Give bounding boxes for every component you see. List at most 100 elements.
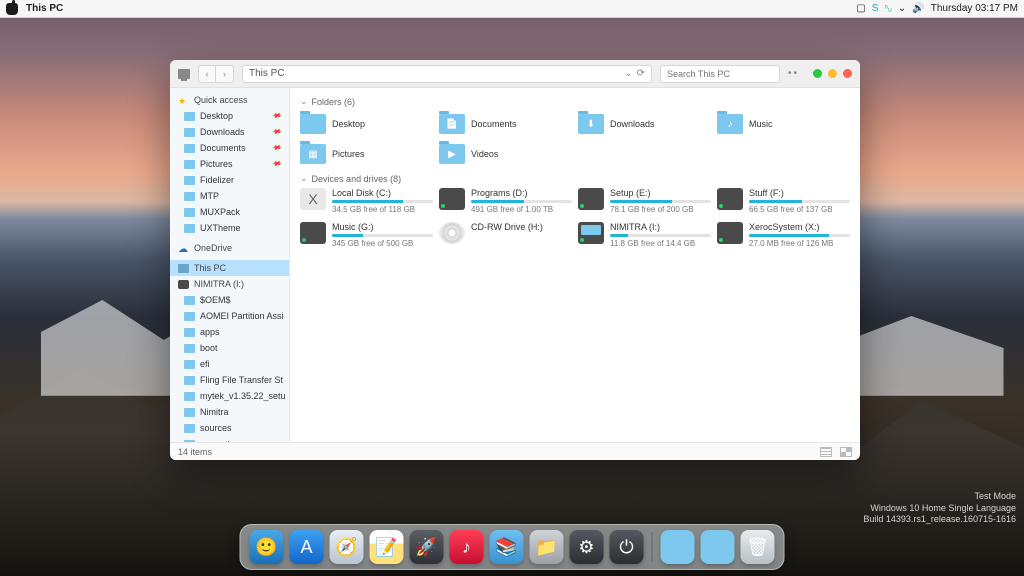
folder-icon [184, 144, 195, 153]
menubar-app-title[interactable]: This PC [26, 3, 63, 14]
sidebar-folder-item[interactable]: mytek_v1.35.22_setu [170, 388, 289, 404]
drive-icon [717, 188, 743, 210]
item-count: 14 items [178, 447, 212, 457]
capacity-bar [332, 200, 433, 203]
sidebar-onedrive[interactable]: OneDrive [170, 240, 289, 256]
volume-icon[interactable]: 🔊 [912, 3, 924, 14]
folder-icon [184, 328, 195, 337]
sidebar-folder-item[interactable]: Fling File Transfer St [170, 372, 289, 388]
sidebar-qa-item[interactable]: Desktop [170, 108, 289, 124]
close-button[interactable] [843, 69, 852, 78]
dock-app-library[interactable]: 📚 [490, 530, 524, 564]
drive-name: Music (G:) [332, 222, 433, 232]
maximize-button[interactable] [828, 69, 837, 78]
drive-item[interactable]: Local Disk (C:)34.5 GB free of 118 GB [300, 188, 433, 218]
minimize-button[interactable] [813, 69, 822, 78]
capacity-bar [610, 200, 711, 203]
folder-icon [184, 296, 195, 305]
nav-forward-button[interactable]: › [216, 65, 234, 83]
nav-back-button[interactable]: ‹ [198, 65, 216, 83]
address-bar[interactable]: This PC ⌄ ⟳ [242, 65, 652, 83]
sidebar-folder-item[interactable]: boot [170, 340, 289, 356]
tray-chevron-icon[interactable]: ⌄ [898, 3, 906, 14]
sidebar-folder-item[interactable]: efi [170, 356, 289, 372]
sidebar-item-label: efi [200, 359, 210, 369]
desktop-wallpaper: This PC ▢ S ⁿᵤ ⌄ 🔊 Thursday 03:17 PM ‹ ›… [0, 0, 1024, 576]
sidebar-folder-item[interactable]: sources [170, 420, 289, 436]
sidebar-qa-item[interactable]: MTP [170, 188, 289, 204]
sidebar-item-label: mytek_v1.35.22_setu [200, 391, 286, 401]
user-folder[interactable]: 📄Documents [439, 111, 572, 137]
user-folder[interactable]: ▶Videos [439, 141, 572, 167]
drives-section-header[interactable]: Devices and drives (8) [300, 173, 850, 184]
tray-icon[interactable]: ▢ [856, 3, 865, 14]
sidebar-item-label: $OEM$ [200, 295, 231, 305]
drive-item[interactable]: Setup (E:)78.1 GB free of 200 GB [578, 188, 711, 218]
sidebar-qa-item[interactable]: UXTheme [170, 220, 289, 236]
dock-app-notes[interactable]: 📝 [370, 530, 404, 564]
dock-app-folder1[interactable] [661, 530, 695, 564]
drive-icon [178, 280, 189, 289]
dock-app-launchpad[interactable]: 🚀 [410, 530, 444, 564]
menubar-clock[interactable]: Thursday 03:17 PM [931, 3, 1018, 14]
system-tray: ▢ S ⁿᵤ ⌄ 🔊 Thursday 03:17 PM [856, 3, 1018, 14]
sidebar-qa-item[interactable]: Downloads [170, 124, 289, 140]
drive-icon [578, 222, 604, 244]
breadcrumb-segment[interactable]: This PC [249, 68, 285, 79]
capacity-bar [749, 200, 850, 203]
sidebar-item-label: AOMEI Partition Assi [200, 311, 284, 321]
folders-section-header[interactable]: Folders (6) [300, 96, 850, 107]
dock-app-settings[interactable]: ⚙ [570, 530, 604, 564]
folder-icon [184, 128, 195, 137]
sidebar-folder-item[interactable]: Nimitra [170, 404, 289, 420]
drive-name: Stuff (F:) [749, 188, 850, 198]
sidebar-nimitra-drive[interactable]: NIMITRA (I:) [170, 276, 289, 292]
sidebar-qa-item[interactable]: Pictures [170, 156, 289, 172]
breadcrumb-dropdown-icon[interactable]: ⌄ [624, 68, 632, 79]
dock-app-safari[interactable]: 🧭 [330, 530, 364, 564]
window-menu-icon[interactable]: •• [788, 68, 799, 79]
folder-icon [184, 112, 195, 121]
sidebar-folder-item[interactable]: $OEM$ [170, 292, 289, 308]
sidebar-this-pc[interactable]: This PC [170, 260, 289, 276]
dock-app-folder2[interactable] [701, 530, 735, 564]
tray-icon[interactable]: ⁿᵤ [884, 3, 891, 14]
user-folder[interactable]: Desktop [300, 111, 433, 137]
apple-menu-icon[interactable] [6, 3, 18, 15]
dock-app-itunes[interactable]: ♪ [450, 530, 484, 564]
dock-app-appstore[interactable]: A [290, 530, 324, 564]
view-details-icon[interactable] [820, 447, 832, 457]
dock: 🙂A🧭📝🚀♪📚📁⚙⏻ 🗑 [240, 524, 785, 570]
folder-icon [184, 160, 195, 169]
dock-app-power[interactable]: ⏻ [610, 530, 644, 564]
view-icons-icon[interactable] [840, 447, 852, 457]
sidebar-qa-item[interactable]: Documents [170, 140, 289, 156]
folder-icon [184, 344, 195, 353]
dock-app-trash[interactable]: 🗑 [741, 530, 775, 564]
window-titlebar[interactable]: ‹ › This PC ⌄ ⟳ •• [170, 60, 860, 88]
drive-icon [300, 222, 326, 244]
user-folder[interactable]: ♪Music [717, 111, 850, 137]
sidebar-qa-item[interactable]: MUXPack [170, 204, 289, 220]
sidebar-qa-item[interactable]: Fidelizer [170, 172, 289, 188]
drive-item[interactable]: Music (G:)345 GB free of 500 GB [300, 222, 433, 252]
refresh-icon[interactable]: ⟳ [637, 68, 645, 79]
drive-item[interactable]: XerocSystem (X:)27.0 MB free of 126 MB [717, 222, 850, 252]
sidebar-quick-access[interactable]: Quick access [170, 92, 289, 108]
folder-icon [300, 114, 326, 134]
drive-item[interactable]: NIMITRA (I:)11.8 GB free of 14.4 GB [578, 222, 711, 252]
user-folder[interactable]: ▦Pictures [300, 141, 433, 167]
window-controls [813, 69, 852, 78]
drive-item[interactable]: Stuff (F:)66.5 GB free of 137 GB [717, 188, 850, 218]
search-input[interactable] [660, 65, 780, 83]
folder-label: Music [749, 119, 773, 129]
sidebar-folder-item[interactable]: AOMEI Partition Assi [170, 308, 289, 324]
user-folder[interactable]: ⬇Downloads [578, 111, 711, 137]
dock-app-files[interactable]: 📁 [530, 530, 564, 564]
drive-item[interactable]: Programs (D:)491 GB free of 1.00 TB [439, 188, 572, 218]
sidebar-folder-item[interactable]: apps [170, 324, 289, 340]
dock-app-finder[interactable]: 🙂 [250, 530, 284, 564]
tray-icon[interactable]: S [872, 3, 879, 14]
this-pc-icon [178, 69, 190, 79]
drive-item[interactable]: CD-RW Drive (H:) [439, 222, 572, 252]
